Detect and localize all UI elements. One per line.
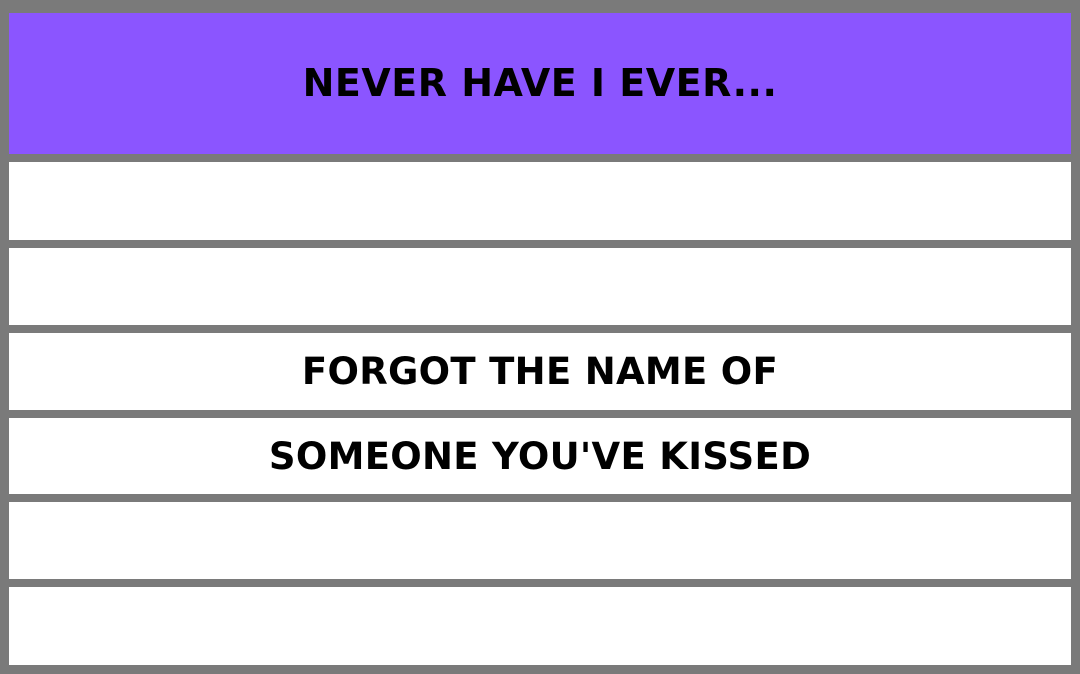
card-title: NEVER HAVE I EVER...: [302, 60, 778, 105]
card-line-6: [9, 587, 1071, 665]
card-line-3: FORGOT THE NAME OF: [9, 333, 1071, 410]
card-line-4: SOMEONE YOU'VE KISSED: [9, 418, 1071, 494]
card-line-5: [9, 502, 1071, 579]
card-line-text: SOMEONE YOU'VE KISSED: [268, 434, 812, 478]
card-header: NEVER HAVE I EVER...: [9, 13, 1071, 154]
card-line-1: [9, 162, 1071, 240]
card-line-text: FORGOT THE NAME OF: [301, 350, 779, 393]
game-card: NEVER HAVE I EVER... FORGOT THE NAME OF …: [0, 0, 1080, 674]
card-line-2: [9, 248, 1071, 325]
